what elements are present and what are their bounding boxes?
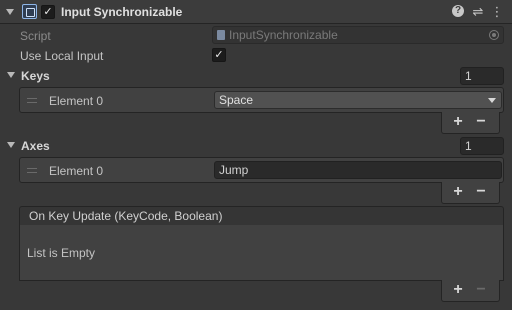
event-empty-text: List is Empty xyxy=(27,246,96,260)
keys-list-footer: + − xyxy=(441,112,500,134)
script-file-icon xyxy=(217,30,225,40)
help-icon[interactable]: ? xyxy=(452,5,464,17)
presets-icon[interactable]: ⇌ xyxy=(471,4,485,19)
object-picker-icon[interactable] xyxy=(489,30,499,40)
event-add-button[interactable]: + xyxy=(448,282,468,298)
axes-add-button[interactable]: + xyxy=(448,184,468,200)
keys-element-0-label: Element 0 xyxy=(49,94,104,108)
axes-list-footer: + − xyxy=(441,182,500,204)
keys-element-0-dropdown[interactable]: Space xyxy=(214,91,502,109)
drag-handle-icon[interactable] xyxy=(27,168,37,173)
axes-foldout-arrow-icon[interactable] xyxy=(7,142,15,148)
keys-foldout-arrow-icon[interactable] xyxy=(7,72,15,78)
chevron-down-icon xyxy=(488,98,496,103)
event-list: List is Empty xyxy=(19,225,504,281)
keys-remove-button[interactable]: − xyxy=(471,114,491,130)
event-remove-button: − xyxy=(476,281,486,298)
keys-label: Keys xyxy=(21,69,50,83)
kebab-menu-icon[interactable]: ⋮ xyxy=(490,4,504,19)
script-field: InputSynchronizable xyxy=(212,26,504,44)
event-list-footer: + − xyxy=(441,280,500,302)
keys-add-button[interactable]: + xyxy=(448,114,468,130)
axes-size-field[interactable]: 1 xyxy=(460,137,504,155)
component-enabled-checkbox[interactable]: ✓ xyxy=(41,5,55,19)
axes-element-0-label: Element 0 xyxy=(49,164,104,178)
axes-label: Axes xyxy=(21,139,50,153)
axes-element-0-field[interactable]: Jump xyxy=(214,161,502,179)
event-header: On Key Update (KeyCode, Boolean) xyxy=(19,206,504,226)
component-header: ✓ Input Synchronizable ? ⇌ ⋮ xyxy=(0,0,512,24)
keys-list: Element 0 Space xyxy=(19,87,504,113)
foldout-arrow-icon[interactable] xyxy=(6,9,14,15)
use-local-input-checkbox[interactable]: ✓ xyxy=(212,48,226,62)
drag-handle-icon[interactable] xyxy=(27,98,37,103)
use-local-input-label: Use Local Input xyxy=(20,49,104,63)
keys-element-0-value: Space xyxy=(219,93,254,107)
component-icon xyxy=(22,4,37,19)
keys-size-field[interactable]: 1 xyxy=(460,67,504,85)
axes-list: Element 0 Jump xyxy=(19,157,504,183)
component-title: Input Synchronizable xyxy=(61,5,183,19)
script-label: Script xyxy=(20,29,51,43)
script-value: InputSynchronizable xyxy=(229,28,338,42)
axes-remove-button[interactable]: − xyxy=(471,184,491,200)
